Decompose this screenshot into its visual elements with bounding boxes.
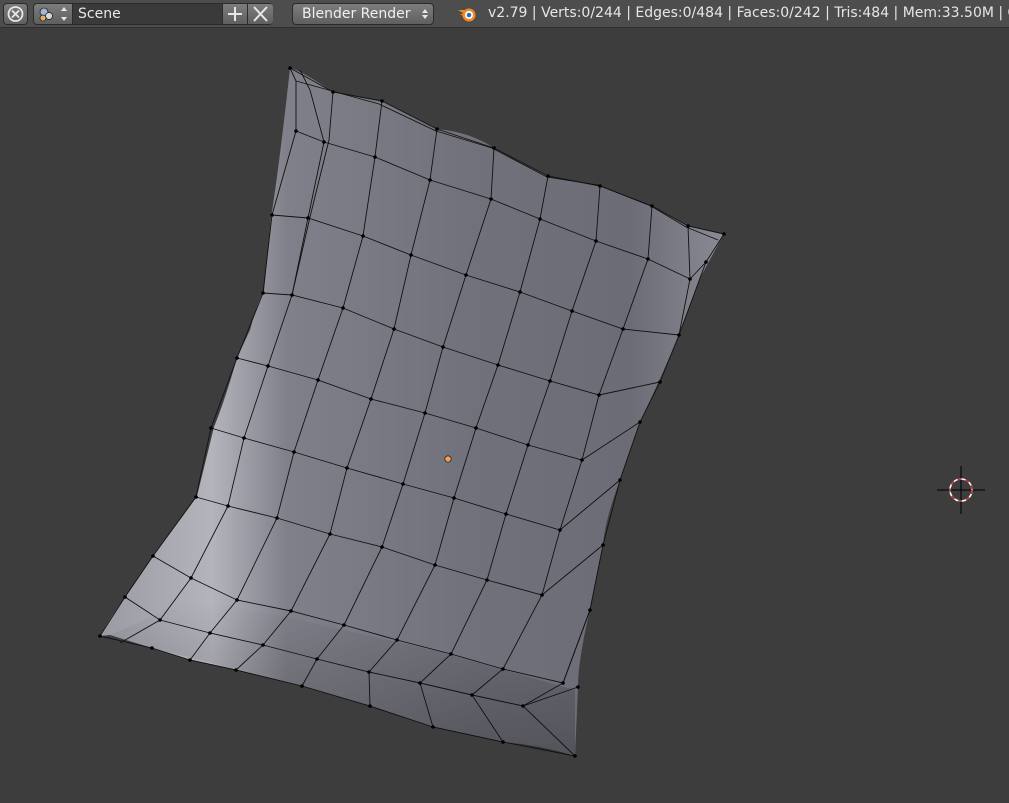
scene-statistics: v2.79 | Verts:0/244 | Edges:0/484 | Face… bbox=[488, 5, 1009, 21]
scene-selector: Scene bbox=[33, 3, 273, 25]
close-icon bbox=[7, 6, 24, 22]
editor-close-button[interactable] bbox=[3, 3, 28, 25]
plus-icon bbox=[228, 7, 242, 21]
blender-logo-icon bbox=[458, 8, 476, 22]
scene-add-button[interactable] bbox=[222, 4, 247, 24]
3d-viewport[interactable] bbox=[0, 28, 1009, 803]
3d-cursor-icon[interactable] bbox=[937, 466, 985, 514]
scene-type-button[interactable] bbox=[34, 4, 73, 24]
scene-icon bbox=[39, 7, 67, 22]
header-bar: Scene Blender Render v2.79 | Verts:0/244… bbox=[0, 0, 1009, 28]
scene-name-field[interactable]: Scene bbox=[78, 6, 121, 22]
x-icon bbox=[253, 6, 268, 22]
scene-delete-button[interactable] bbox=[247, 4, 273, 24]
render-engine-label: Blender Render bbox=[302, 6, 411, 22]
render-engine-dropdown[interactable]: Blender Render bbox=[292, 3, 434, 25]
updown-arrows-icon bbox=[422, 9, 428, 19]
object-origin-dot[interactable] bbox=[444, 455, 452, 463]
